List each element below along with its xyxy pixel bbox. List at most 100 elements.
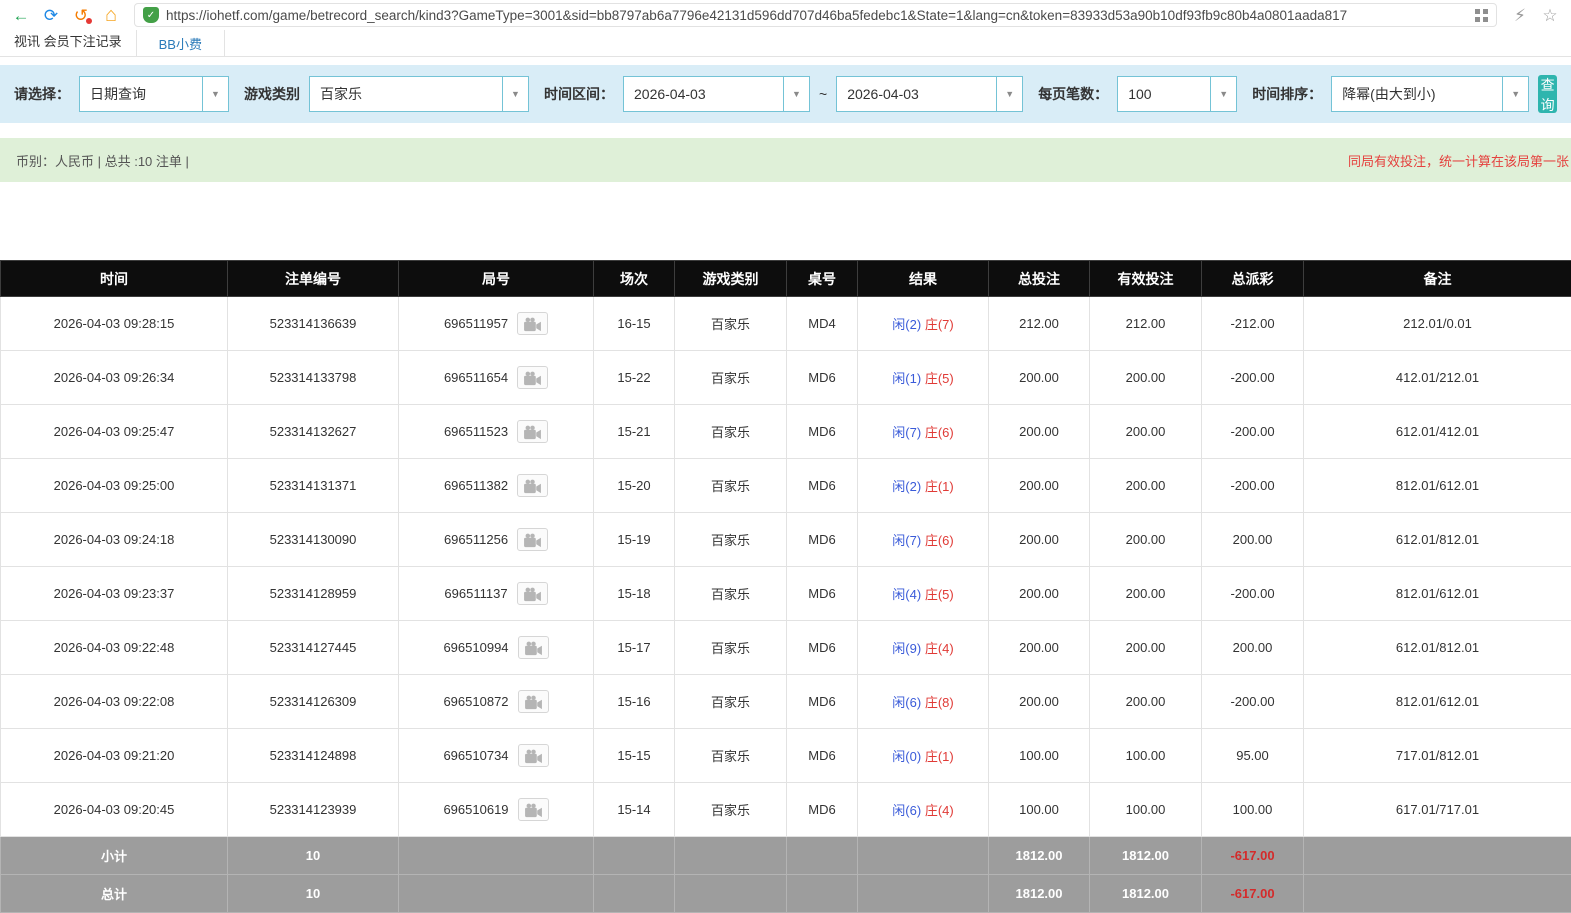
cell-table-no: MD6 bbox=[787, 405, 858, 459]
cell-total-bet[interactable]: 100.00 bbox=[989, 783, 1090, 837]
sort-order-select[interactable]: 降幂(由大到小) ▼ bbox=[1331, 76, 1529, 112]
cell-session: 15-20 bbox=[594, 459, 675, 513]
cell-result: 闲(2) 庄(7) bbox=[858, 297, 989, 351]
refresh-icon[interactable]: ⟳ bbox=[38, 7, 64, 24]
cell-time: 2026-04-03 09:25:47 bbox=[1, 405, 228, 459]
cell-remark: 717.01/812.01 bbox=[1304, 729, 1571, 783]
result-banker: 庄(6) bbox=[925, 533, 954, 548]
video-replay-icon[interactable] bbox=[517, 312, 548, 335]
query-type-label: 请选择： bbox=[14, 84, 70, 104]
game-category-label: 游戏类别 bbox=[244, 84, 300, 104]
video-replay-icon[interactable] bbox=[517, 528, 548, 551]
search-button[interactable]: 查询 bbox=[1538, 75, 1557, 113]
page-size-select[interactable]: 100 ▼ bbox=[1117, 76, 1237, 112]
sort-order-value: 降幂(由大到小) bbox=[1332, 77, 1502, 111]
security-shield-icon[interactable]: ✓ bbox=[143, 7, 159, 23]
cell-game-type: 百家乐 bbox=[675, 621, 787, 675]
cell-remark: 212.01/0.01 bbox=[1304, 297, 1571, 351]
subtotal-row: 小计101812.001812.00-617.00 bbox=[1, 837, 1571, 875]
url-text[interactable]: https://iohetf.com/game/betrecord_search… bbox=[166, 8, 1468, 23]
notification-dot bbox=[86, 18, 92, 24]
home-icon[interactable]: ⌂ bbox=[98, 5, 124, 25]
cell-table-no: MD6 bbox=[787, 729, 858, 783]
range-separator: ~ bbox=[819, 86, 827, 102]
round-number: 696511523 bbox=[444, 424, 508, 439]
cell-total-bet[interactable]: 100.00 bbox=[989, 729, 1090, 783]
cell-total-bet[interactable]: 200.00 bbox=[989, 675, 1090, 729]
cell-total-bet[interactable]: 200.00 bbox=[989, 513, 1090, 567]
cell-time: 2026-04-03 09:26:34 bbox=[1, 351, 228, 405]
round-number: 696511957 bbox=[444, 316, 508, 331]
cell-bet-id: 523314132627 bbox=[228, 405, 399, 459]
cell-total-bet[interactable]: 200.00 bbox=[989, 567, 1090, 621]
date-from-select[interactable]: 2026-04-03 ▼ bbox=[623, 76, 810, 112]
round-number: 696510872 bbox=[443, 694, 508, 709]
query-type-select[interactable]: 日期查询 ▼ bbox=[79, 76, 229, 112]
result-player: 闲(7) bbox=[892, 425, 921, 440]
cell-result: 闲(0) 庄(1) bbox=[858, 729, 989, 783]
table-row: 2026-04-03 09:26:34523314133798696511654… bbox=[1, 351, 1571, 405]
cell-total-bet[interactable]: 200.00 bbox=[989, 351, 1090, 405]
cell-remark: 617.01/717.01 bbox=[1304, 783, 1571, 837]
bet-records-table: 时间注单编号局号场次游戏类别桌号结果总投注有效投注总派彩备注 2026-04-0… bbox=[0, 260, 1571, 913]
cell-payout: -212.00 bbox=[1202, 297, 1304, 351]
table-header-row: 时间注单编号局号场次游戏类别桌号结果总投注有效投注总派彩备注 bbox=[1, 261, 1571, 297]
cell-time: 2026-04-03 09:22:08 bbox=[1, 675, 228, 729]
cell-round: 696511523 bbox=[399, 405, 594, 459]
cell-table-no: MD6 bbox=[787, 513, 858, 567]
video-replay-icon[interactable] bbox=[518, 690, 549, 713]
video-replay-icon[interactable] bbox=[517, 366, 548, 389]
game-category-select[interactable]: 百家乐 ▼ bbox=[309, 76, 529, 112]
result-player: 闲(6) bbox=[892, 695, 921, 710]
cell-valid-bet: 200.00 bbox=[1090, 621, 1202, 675]
cell-session: 15-22 bbox=[594, 351, 675, 405]
video-replay-icon[interactable] bbox=[518, 744, 549, 767]
cell-valid-bet: 200.00 bbox=[1090, 513, 1202, 567]
cell-total-bet[interactable]: 200.00 bbox=[989, 405, 1090, 459]
video-replay-icon[interactable] bbox=[517, 420, 548, 443]
undo-icon[interactable]: ↺ bbox=[68, 7, 94, 24]
result-player: 闲(7) bbox=[892, 533, 921, 548]
flash-icon[interactable]: ⚡ bbox=[1507, 7, 1533, 24]
cell-payout: 200.00 bbox=[1202, 513, 1304, 567]
footer-payout: -617.00 bbox=[1202, 837, 1304, 875]
address-bar[interactable]: ✓ https://iohetf.com/game/betrecord_sear… bbox=[134, 3, 1497, 27]
cell-table-no: MD6 bbox=[787, 567, 858, 621]
cell-bet-id: 523314130090 bbox=[228, 513, 399, 567]
extension-grid-icon[interactable] bbox=[1475, 9, 1488, 22]
column-header: 场次 bbox=[594, 261, 675, 297]
video-replay-icon[interactable] bbox=[517, 582, 548, 605]
round-number: 696511256 bbox=[444, 532, 508, 547]
back-icon[interactable]: ← bbox=[8, 7, 34, 24]
cell-time: 2026-04-03 09:21:20 bbox=[1, 729, 228, 783]
column-header: 游戏类别 bbox=[675, 261, 787, 297]
table-body: 2026-04-03 09:28:15523314136639696511957… bbox=[1, 297, 1571, 837]
page-tab-bar: 视讯 会员下注记录 BB小费 bbox=[0, 30, 1571, 57]
cell-result: 闲(7) 庄(6) bbox=[858, 513, 989, 567]
bookmark-star-icon[interactable]: ☆ bbox=[1537, 7, 1563, 24]
result-banker: 庄(7) bbox=[925, 317, 954, 332]
table-row: 2026-04-03 09:22:08523314126309696510872… bbox=[1, 675, 1571, 729]
cell-valid-bet: 200.00 bbox=[1090, 459, 1202, 513]
date-to-select[interactable]: 2026-04-03 ▼ bbox=[836, 76, 1023, 112]
footer-label: 小计 bbox=[1, 837, 228, 875]
breadcrumb[interactable]: 视讯 会员下注记录 bbox=[14, 24, 136, 56]
cell-session: 15-18 bbox=[594, 567, 675, 621]
cell-round: 696511957 bbox=[399, 297, 594, 351]
result-player: 闲(2) bbox=[892, 479, 921, 494]
video-replay-icon[interactable] bbox=[518, 636, 549, 659]
column-header: 有效投注 bbox=[1090, 261, 1202, 297]
table-row: 2026-04-03 09:22:48523314127445696510994… bbox=[1, 621, 1571, 675]
cell-session: 16-15 bbox=[594, 297, 675, 351]
game-category-value: 百家乐 bbox=[310, 77, 502, 111]
cell-total-bet[interactable]: 200.00 bbox=[989, 459, 1090, 513]
video-replay-icon[interactable] bbox=[517, 474, 548, 497]
tab-bb-tip[interactable]: BB小费 bbox=[136, 30, 225, 56]
cell-session: 15-14 bbox=[594, 783, 675, 837]
result-player: 闲(9) bbox=[892, 641, 921, 656]
cell-payout: 100.00 bbox=[1202, 783, 1304, 837]
date-from-value: 2026-04-03 bbox=[624, 77, 783, 111]
video-replay-icon[interactable] bbox=[518, 798, 549, 821]
cell-total-bet[interactable]: 200.00 bbox=[989, 621, 1090, 675]
cell-total-bet[interactable]: 212.00 bbox=[989, 297, 1090, 351]
